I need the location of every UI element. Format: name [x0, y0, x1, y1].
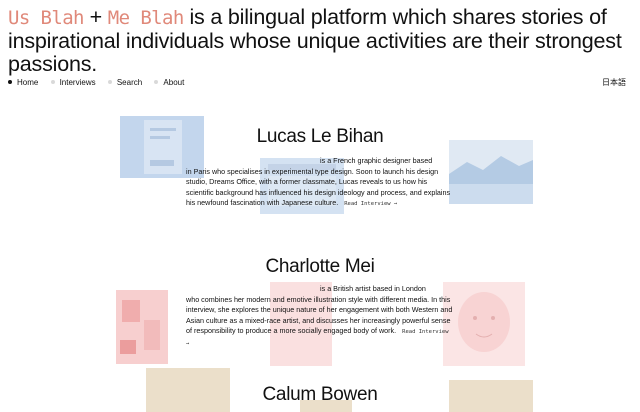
language-switch[interactable]: 日本語 — [602, 77, 626, 88]
inactive-dot-icon — [154, 80, 159, 84]
landscape-photo-icon — [449, 156, 533, 204]
summary-first-line: is a French graphic designer based — [320, 156, 433, 165]
interview-title-charlotte[interactable]: Charlotte Mei — [170, 256, 470, 278]
nav-search-label: Search — [116, 77, 143, 87]
nav-about[interactable]: About — [154, 78, 184, 87]
nav-about-label: About — [163, 77, 185, 87]
nav-interviews[interactable]: Interviews — [50, 77, 96, 87]
nav-home-label: Home — [17, 77, 39, 87]
inactive-dot-icon — [107, 80, 112, 84]
charlotte-thumbnail-1[interactable] — [116, 290, 168, 364]
site-intro: Us Blah + Me Blah is a bilingual platfor… — [8, 6, 632, 76]
nav-search[interactable]: Search — [107, 77, 143, 87]
interview-summary-charlotte: is a British artist based in London who … — [186, 284, 454, 349]
active-dot-icon — [8, 80, 12, 84]
summary-first-line: is a British artist based in London — [320, 284, 426, 293]
read-interview-link[interactable]: Read Interview → — [344, 201, 397, 207]
interview-summary-lucas: is a French graphic designer based in Pa… — [186, 156, 452, 210]
nav-home[interactable]: Home — [8, 78, 38, 87]
charlotte-thumbnail-3[interactable] — [443, 282, 525, 366]
lucas-thumbnail-3[interactable] — [449, 140, 533, 204]
interview-title-calum[interactable]: Calum Bowen — [170, 384, 470, 406]
brand-me-blah[interactable]: Me Blah — [108, 7, 184, 29]
main-nav: Home Interviews Search About — [8, 77, 186, 87]
nav-interviews-label: Interviews — [59, 77, 96, 87]
summary-body: in Paris who specialises in experimental… — [186, 166, 451, 208]
illustration-icon — [120, 300, 160, 354]
brand-plus: + — [89, 5, 103, 29]
brand-us-blah[interactable]: Us Blah — [8, 7, 84, 29]
portrait-face-icon — [458, 292, 510, 352]
inactive-dot-icon — [50, 80, 55, 84]
interview-title-lucas[interactable]: Lucas Le Bihan — [170, 126, 470, 148]
